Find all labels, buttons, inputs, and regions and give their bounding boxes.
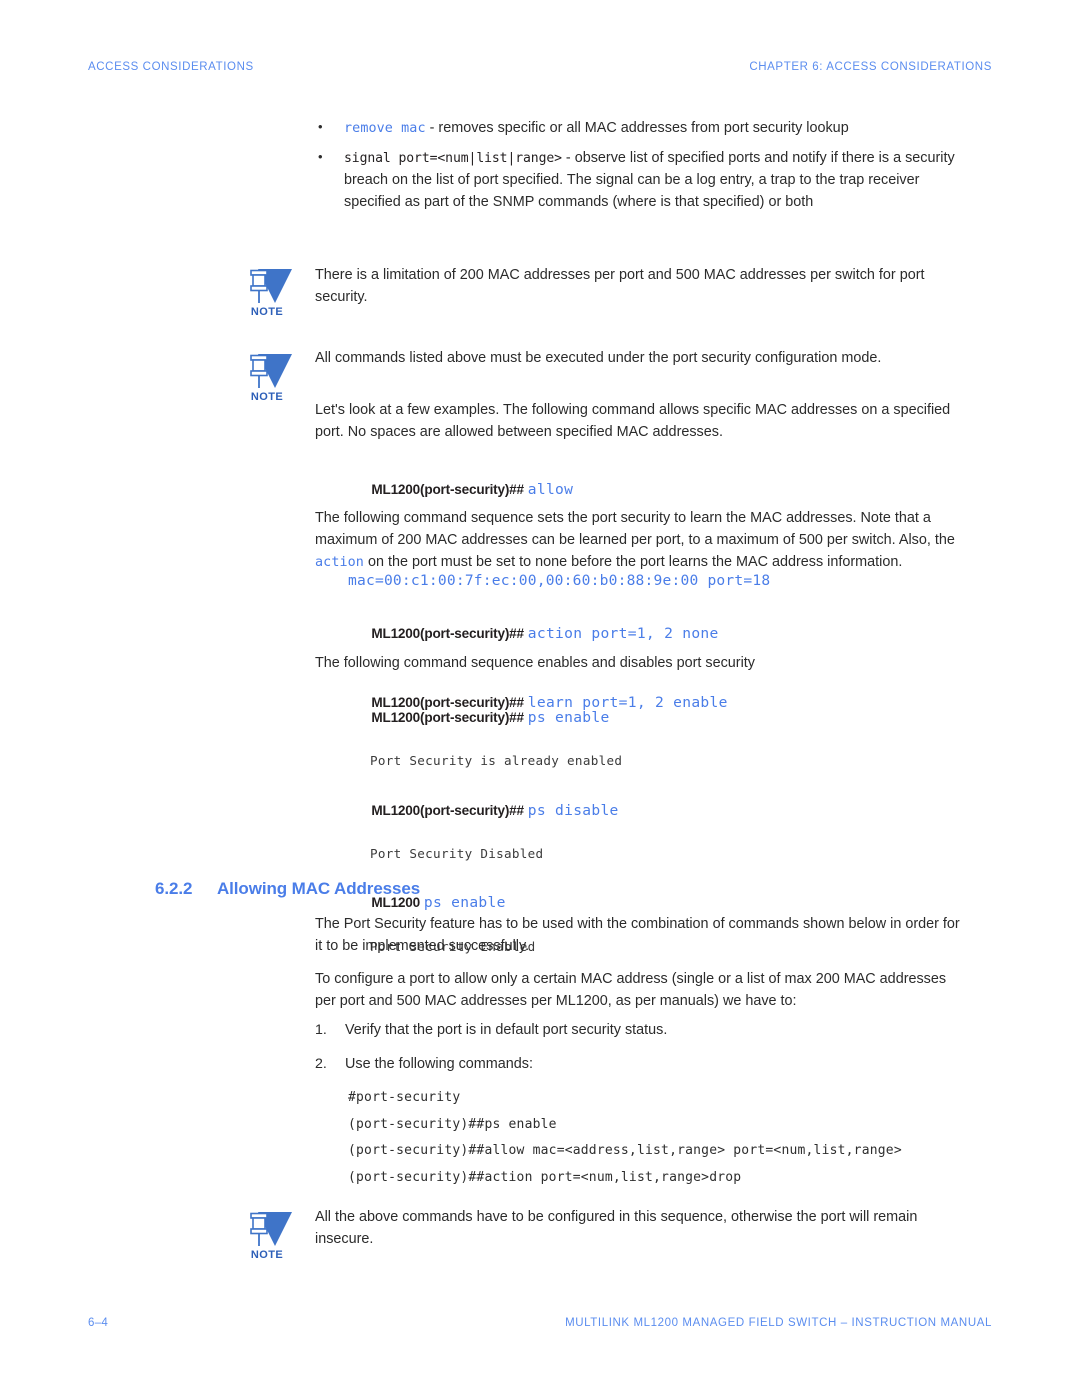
code-line: (port-security)##allow mac=<address,list…	[348, 1143, 902, 1159]
document-page: ACCESS CONSIDERATIONS CHAPTER 6: ACCESS …	[0, 0, 1080, 1397]
running-header-left: ACCESS CONSIDERATIONS	[88, 61, 254, 73]
paragraph: The following command sequence enables a…	[315, 655, 755, 671]
feature-intro-paragraph: The Port Security feature has to be used…	[315, 914, 963, 958]
paragraph: Let's look at a few examples. The follow…	[315, 402, 951, 440]
code-line: (port-security)##ps enable	[348, 1116, 557, 1132]
note-callout-3: NOTE	[238, 1206, 298, 1268]
paragraph-part-a: The following command sequence sets the …	[315, 510, 955, 548]
bullet-text: - removes specific or all MAC addresses …	[425, 120, 849, 136]
note-icon-label: NOTE	[250, 306, 284, 318]
code-block: #port-security (port-security)##ps enabl…	[348, 1085, 996, 1192]
note-paragraph: All commands listed above must be execut…	[315, 350, 882, 366]
list-item: 1. Verify that the port is in default por…	[315, 1020, 963, 1042]
section-number: 6.2.2	[155, 879, 193, 898]
inline-code-action: action	[315, 554, 364, 570]
paragraph-part-b: on the port must be set to none before t…	[363, 553, 903, 570]
cli-output: Port Security Disabled	[370, 845, 544, 861]
paragraph: To configure a port to allow only a cert…	[315, 971, 947, 1009]
page-number: 6–4	[88, 1317, 109, 1329]
list-item: remove mac - removes specific or all MAC…	[315, 117, 963, 140]
note-icon-label: NOTE	[250, 1249, 284, 1261]
cli-prompt: ML1200(port-security)##	[371, 709, 524, 725]
inline-code-remove-mac: remove mac	[344, 121, 426, 136]
cli-prompt: ML1200(port-security)##	[371, 481, 524, 497]
note-text-1: There is a limitation of 200 MAC address…	[315, 265, 963, 309]
note-icon: NOTE	[238, 1206, 296, 1268]
cli-command-line: ML1200(port-security)## ps enable	[348, 683, 996, 752]
cli-prompt: ML1200(port-security)##	[371, 802, 524, 818]
running-header-right: CHAPTER 6: ACCESS CONSIDERATIONS	[749, 61, 992, 73]
step-text: Verify that the port is in default port …	[345, 1022, 668, 1038]
section-heading: 6.2.2 Allowing MAC Addresses	[155, 879, 420, 899]
cli-command-line: ML1200(port-security)## ps disable	[348, 776, 996, 845]
note-text-3: All the above commands have to be config…	[315, 1207, 963, 1251]
examples-intro-paragraph: Let's look at a few examples. The follow…	[315, 400, 963, 444]
cli-command: ps disable	[527, 801, 619, 819]
note-icon: NOTE	[238, 263, 296, 325]
note-text-2: All commands listed above must be execut…	[315, 348, 963, 370]
code-line: #port-security	[348, 1090, 461, 1105]
inline-code-signal-port: signal port=<num|list|range>	[344, 150, 562, 166]
note-callout-2: NOTE	[238, 348, 298, 410]
note-icon-label: NOTE	[250, 391, 284, 403]
note-paragraph: There is a limitation of 200 MAC address…	[315, 267, 925, 305]
running-footer-right: MULTILINK ML1200 MANAGED FIELD SWITCH – …	[565, 1317, 992, 1329]
running-footer: 6–4 MULTILINK ML1200 MANAGED FIELD SWITC…	[88, 1317, 992, 1329]
cli-output: Port Security is already enabled	[370, 752, 623, 768]
step-text: Use the following commands:	[345, 1055, 533, 1072]
note-paragraph: All the above commands have to be config…	[315, 1209, 918, 1247]
step-number: 2.	[315, 1055, 327, 1072]
step-number: 1.	[315, 1022, 327, 1038]
paragraph: The following command sequence sets the …	[315, 508, 963, 574]
ps-intro-paragraph: The following command sequence enables a…	[315, 653, 963, 675]
steps-list: 1. Verify that the port is in default por…	[315, 1020, 963, 1088]
section-title: Allowing MAC Addresses	[217, 879, 421, 898]
running-header: ACCESS CONSIDERATIONS CHAPTER 6: ACCESS …	[88, 61, 992, 73]
list-item: signal port=<num|list|range> - observe l…	[315, 147, 963, 214]
paragraph: The Port Security feature has to be used…	[315, 916, 960, 954]
code-line: (port-security)##action port=<num,list,r…	[348, 1169, 742, 1185]
list-item: 2. Use the following commands:	[315, 1054, 963, 1076]
configure-intro-paragraph: To configure a port to allow only a cert…	[315, 969, 963, 1013]
note-callout-1: NOTE	[238, 263, 298, 325]
learn-intro-paragraph: The following command sequence sets the …	[315, 508, 963, 574]
command-bullet-list: remove mac - removes specific or all MAC…	[315, 117, 963, 222]
cli-command: allow	[527, 480, 574, 498]
cli-command: action port=1, 2 none	[527, 624, 719, 642]
note-icon: NOTE	[238, 348, 296, 410]
cli-command: ps enable	[423, 894, 506, 912]
cli-prompt: ML1200(port-security)##	[371, 625, 524, 641]
cli-command: ps enable	[527, 708, 610, 726]
